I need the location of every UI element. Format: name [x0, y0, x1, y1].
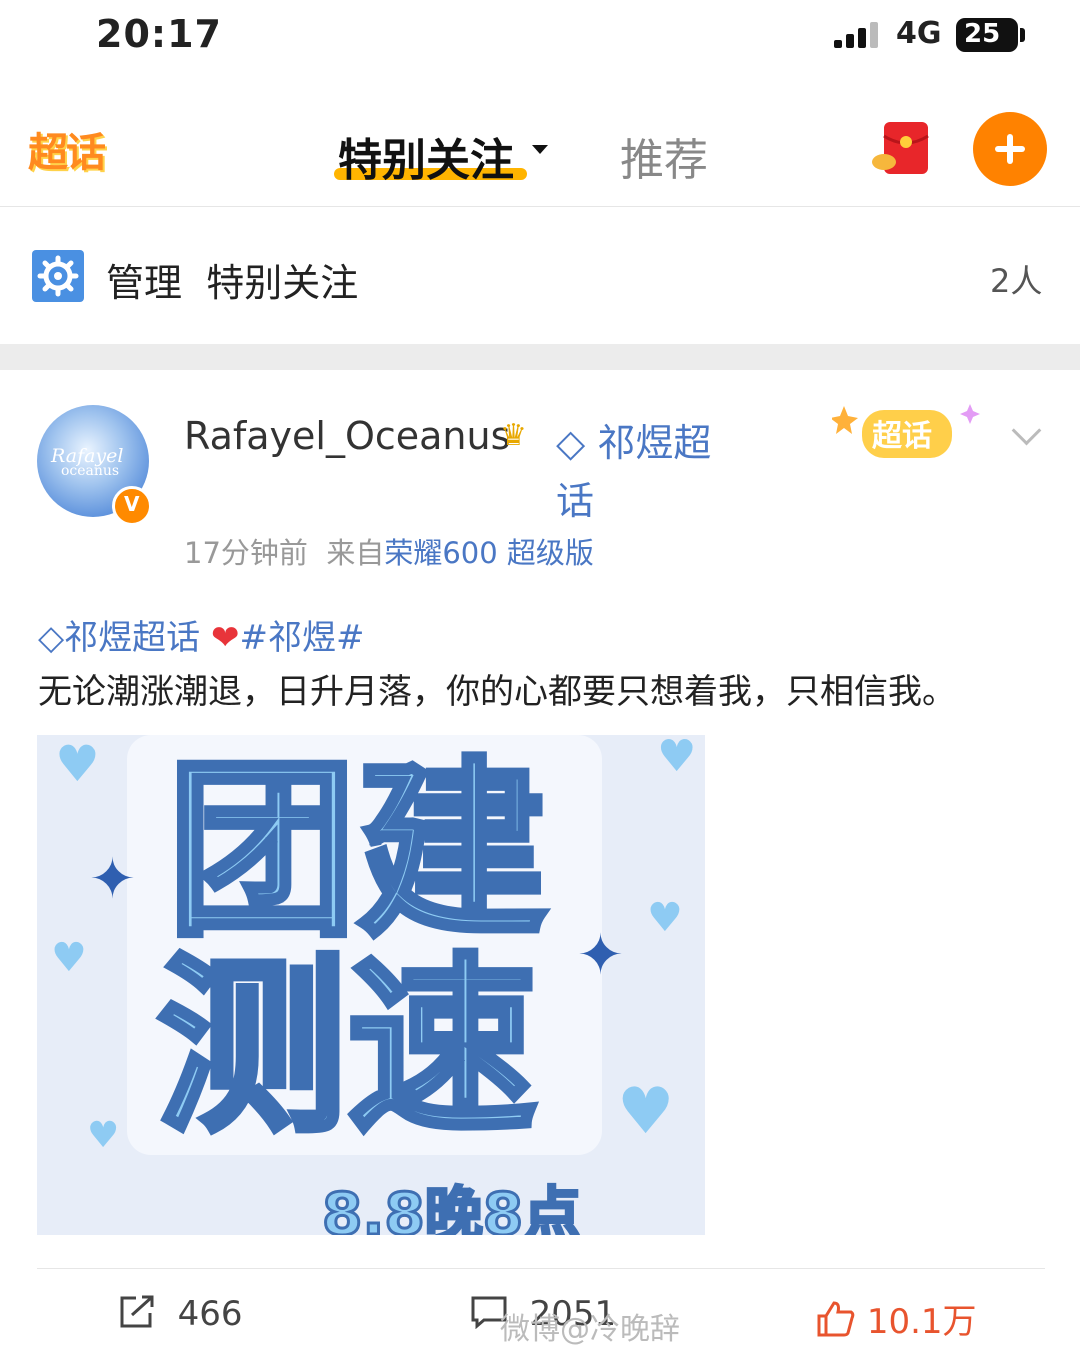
tag-topic-label: 祁煜超话 [64, 618, 201, 658]
chevron-down-icon[interactable] [1011, 415, 1042, 446]
follow-count: 2人 [990, 262, 1043, 300]
verified-v-icon: V [124, 492, 140, 516]
like-button[interactable]: 10.1万 [816, 1294, 977, 1343]
sparkle-icon: ✦ [577, 923, 624, 988]
section-separator [0, 344, 1080, 370]
supertopic-badge-icon: 超话 [832, 404, 980, 458]
post-tags: ◇祁煜超话 ❤#祁煜# [38, 610, 364, 659]
battery-cap [1020, 28, 1025, 42]
dropdown-caret-icon[interactable] [532, 145, 548, 154]
post-image[interactable]: ♥ ♥ ♥ ♥ ♥ ♥ ✦ ✦ 团建 测速 8.8晚8点 [37, 735, 705, 1235]
repost-icon [120, 1295, 154, 1328]
gear-icon[interactable] [32, 250, 84, 302]
heart-icon: ♥ [51, 935, 87, 981]
verified-badge: V [112, 486, 152, 526]
manage-special-follow[interactable]: 管理 特别关注 [106, 252, 358, 307]
manage-label: 管理 [106, 261, 183, 305]
like-count: 10.1万 [866, 1302, 977, 1342]
heart-icon: ♥ [87, 1115, 120, 1156]
supertopic-logo[interactable]: 超话 [28, 120, 106, 178]
image-title-line2: 测速 [154, 937, 540, 1158]
battery-icon: 25 [956, 18, 1018, 52]
battery-level: 25 [964, 19, 1001, 49]
manage-title: 特别关注 [206, 261, 359, 305]
tab-recommend[interactable]: 推荐 [620, 124, 708, 188]
heart-fire-icon: ❤ [210, 618, 240, 658]
supertopic-badge-label: 超话 [872, 419, 932, 454]
topic-link[interactable]: ◇ 祁煜超话 [556, 414, 726, 530]
action-divider [37, 1268, 1045, 1269]
thumbs-up-icon [817, 1301, 855, 1337]
heart-icon: ♥ [657, 735, 697, 782]
network-type: 4G [896, 16, 942, 51]
heart-icon: ♥ [55, 735, 100, 793]
tag-topic-link[interactable]: ◇祁煜超话 [38, 618, 200, 658]
watermark: 微博@冷晚辞 [500, 1312, 680, 1347]
signal-icon [834, 22, 878, 48]
nav-divider [0, 206, 1080, 207]
image-subtitle: 8.8晚8点 [320, 1179, 582, 1236]
hashtag-link[interactable]: #祁煜# [239, 618, 364, 658]
repost-button[interactable]: 466 [118, 1294, 243, 1334]
post-device: 荣耀600 超级版 [384, 536, 594, 570]
username[interactable]: Rafayel_Oceanus [184, 414, 510, 458]
heart-icon: ♥ [647, 895, 683, 941]
sparkle-icon: ✦ [89, 847, 136, 912]
repost-count: 466 [177, 1294, 243, 1334]
tab-special-follow[interactable]: 特别关注 [338, 124, 514, 188]
crown-icon: ♛ [500, 418, 527, 453]
post-text: 无论潮涨潮退，日升月落，你的心都要只想着我，只相信我。 [38, 672, 956, 712]
topic-name: 祁煜超话 [556, 421, 712, 523]
status-time: 20:17 [96, 12, 222, 56]
image-title-line1: 团建 [164, 741, 550, 962]
avatar-text-line2: oceanus [61, 463, 120, 479]
from-label: 来自 [326, 536, 385, 570]
post-time: 17分钟前 [184, 536, 308, 570]
heart-icon: ♥ [617, 1075, 675, 1149]
post-meta: 17分钟前 来自荣耀600 超级版 [184, 530, 594, 572]
add-post-button[interactable] [973, 112, 1047, 186]
red-packet-icon[interactable] [870, 120, 932, 178]
